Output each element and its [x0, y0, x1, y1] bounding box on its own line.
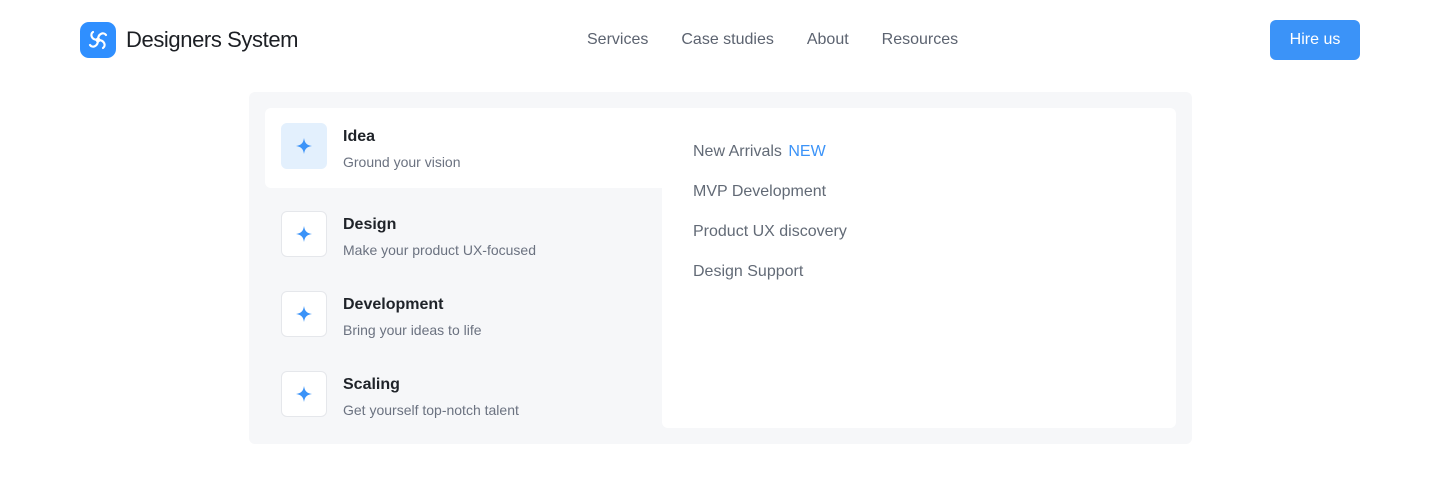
sparkle-icon	[281, 291, 327, 337]
category-description: Make your product UX-focused	[343, 242, 536, 258]
link-new-arrivals[interactable]: New Arrivals NEW	[693, 140, 1145, 164]
category-title: Design	[343, 216, 397, 233]
category-title: Scaling	[343, 376, 400, 393]
brand-name: Designers System	[126, 27, 299, 52]
category-development[interactable]: Development Bring your ideas to life	[265, 276, 663, 356]
site-header: Designers System Services Case studies A…	[0, 0, 1440, 80]
category-list: Idea Ground your vision Design Make your…	[265, 108, 663, 436]
link-product-ux-discovery[interactable]: Product UX discovery	[693, 220, 1145, 244]
category-design[interactable]: Design Make your product UX-focused	[265, 196, 663, 276]
nav-item-services[interactable]: Services	[587, 30, 648, 50]
link-design-support[interactable]: Design Support	[693, 260, 1145, 284]
category-idea[interactable]: Idea Ground your vision	[265, 108, 663, 188]
hire-us-button[interactable]: Hire us	[1270, 20, 1360, 60]
category-scaling[interactable]: Scaling Get yourself top-notch talent	[265, 356, 663, 436]
sparkle-icon	[281, 371, 327, 417]
swirl-logo-icon	[80, 22, 116, 58]
main-nav: Services Case studies About Resources	[587, 30, 958, 50]
category-description: Ground your vision	[343, 154, 461, 170]
category-description: Bring your ideas to life	[343, 322, 482, 338]
link-mvp-development[interactable]: MVP Development	[693, 180, 1145, 204]
category-title: Development	[343, 296, 444, 313]
subcategory-panel: New Arrivals NEW MVP Development Product…	[662, 108, 1176, 428]
sparkle-icon	[281, 211, 327, 257]
new-badge: NEW	[788, 143, 826, 160]
nav-item-about[interactable]: About	[807, 30, 849, 50]
nav-item-resources[interactable]: Resources	[882, 30, 958, 50]
brand-logo[interactable]: Designers System	[80, 22, 299, 58]
link-label: New Arrivals	[693, 143, 782, 160]
category-description: Get yourself top-notch talent	[343, 402, 519, 418]
category-title: Idea	[343, 128, 376, 145]
sparkle-icon	[281, 123, 327, 169]
services-mega-menu: Idea Ground your vision Design Make your…	[249, 92, 1192, 444]
nav-item-case-studies[interactable]: Case studies	[681, 30, 774, 50]
